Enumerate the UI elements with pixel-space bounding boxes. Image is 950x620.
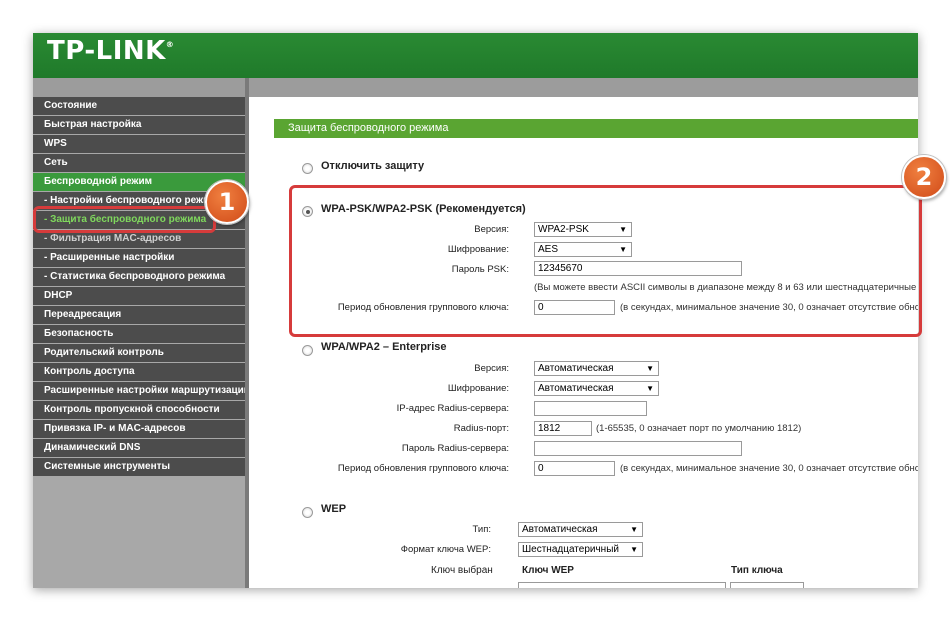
sidebar-item[interactable]: Контроль пропускной способности	[33, 401, 245, 419]
radius-password-input[interactable]	[534, 441, 742, 456]
radius-port-input[interactable]: 1812	[534, 421, 592, 436]
wep-key-header: Ключ WEP	[522, 565, 574, 576]
wep-radio[interactable]	[302, 507, 313, 518]
sidebar-item[interactable]: Быстрая настройка	[33, 116, 245, 134]
header-bar: TP-LINK®	[33, 33, 918, 78]
sidebar-menu-list: Состояние Быстрая настройка WPS Сеть Беспров…	[33, 97, 245, 477]
radius-ip-label: IP-адрес Radius-сервера:	[396, 403, 509, 414]
wep-key-type-header: Тип ключа	[731, 565, 783, 576]
disable-security-label: Отключить защиту	[321, 160, 425, 172]
main-content: Защита беспроводного режима Отключить за…	[249, 97, 918, 588]
sidebar-item[interactable]: - Расширенные настройки	[33, 249, 245, 267]
enterprise-group-key-hint: (в секундах, минимальное значение 30, 0 …	[620, 463, 918, 474]
wep-key-1-type-select[interactable]	[730, 582, 804, 588]
enterprise-version-label: Версия:	[474, 363, 509, 374]
sidebar-item[interactable]: Контроль доступа	[33, 363, 245, 381]
enterprise-encryption-select[interactable]: Автоматическая ▼	[534, 381, 659, 396]
header-gray-strip	[33, 78, 918, 97]
sidebar-item[interactable]: Привязка IP- и MAC-адресов	[33, 420, 245, 438]
sidebar-item[interactable]: Системные инструменты	[33, 458, 245, 476]
wep-format-select[interactable]: Шестнадцатеричный ▼	[518, 542, 643, 557]
enterprise-version-select[interactable]: Автоматическая ▼	[534, 361, 659, 376]
wep-type-label: Тип:	[472, 524, 491, 535]
tp-link-logo: TP-LINK®	[47, 36, 175, 66]
wep-selected-key-header: Ключ выбран	[431, 565, 493, 576]
annotation-badge-2: 2	[902, 155, 946, 199]
radius-port-label: Radius-порт:	[453, 423, 509, 434]
annotation-highlight-2	[289, 185, 922, 337]
sidebar-item[interactable]: Безопасность	[33, 325, 245, 343]
wep-label: WEP	[321, 503, 347, 515]
enterprise-radio[interactable]	[302, 345, 313, 356]
wep-key-1-input[interactable]	[518, 582, 726, 588]
sidebar-item[interactable]: DHCP	[33, 287, 245, 305]
radius-ip-input[interactable]	[534, 401, 647, 416]
annotation-badge-1: 1	[205, 180, 249, 224]
sidebar-item[interactable]: Состояние	[33, 97, 245, 115]
disable-security-radio[interactable]	[302, 163, 313, 174]
enterprise-label: WPA/WPA2 – Enterprise	[321, 341, 447, 353]
wep-format-label: Формат ключа WEP:	[400, 544, 491, 555]
radius-port-hint: (1-65535, 0 означает порт по умолчанию 1…	[596, 423, 802, 434]
sidebar-item[interactable]: WPS	[33, 135, 245, 153]
sidebar-menu: Состояние Быстрая настройка WPS Сеть Беспров…	[33, 97, 245, 588]
sidebar-item[interactable]: Родительский контроль	[33, 344, 245, 362]
sidebar-item[interactable]: Динамический DNS	[33, 439, 245, 457]
sidebar-item[interactable]: Сеть	[33, 154, 245, 172]
page-title: Защита беспроводного режима	[274, 119, 918, 138]
enterprise-encryption-label: Шифрование:	[447, 383, 509, 394]
enterprise-group-key-label: Период обновления группового ключа:	[337, 463, 509, 474]
annotation-highlight-1	[33, 206, 216, 233]
sidebar-item[interactable]: Расширенные настройки маршрутизации	[33, 382, 245, 400]
enterprise-group-key-input[interactable]: 0	[534, 461, 615, 476]
sidebar-item[interactable]: - Статистика беспроводного режима	[33, 268, 245, 286]
wep-type-select[interactable]: Автоматическая ▼	[518, 522, 643, 537]
radius-password-label: Пароль Radius-сервера:	[401, 443, 509, 454]
sidebar-item[interactable]: Переадресация	[33, 306, 245, 324]
